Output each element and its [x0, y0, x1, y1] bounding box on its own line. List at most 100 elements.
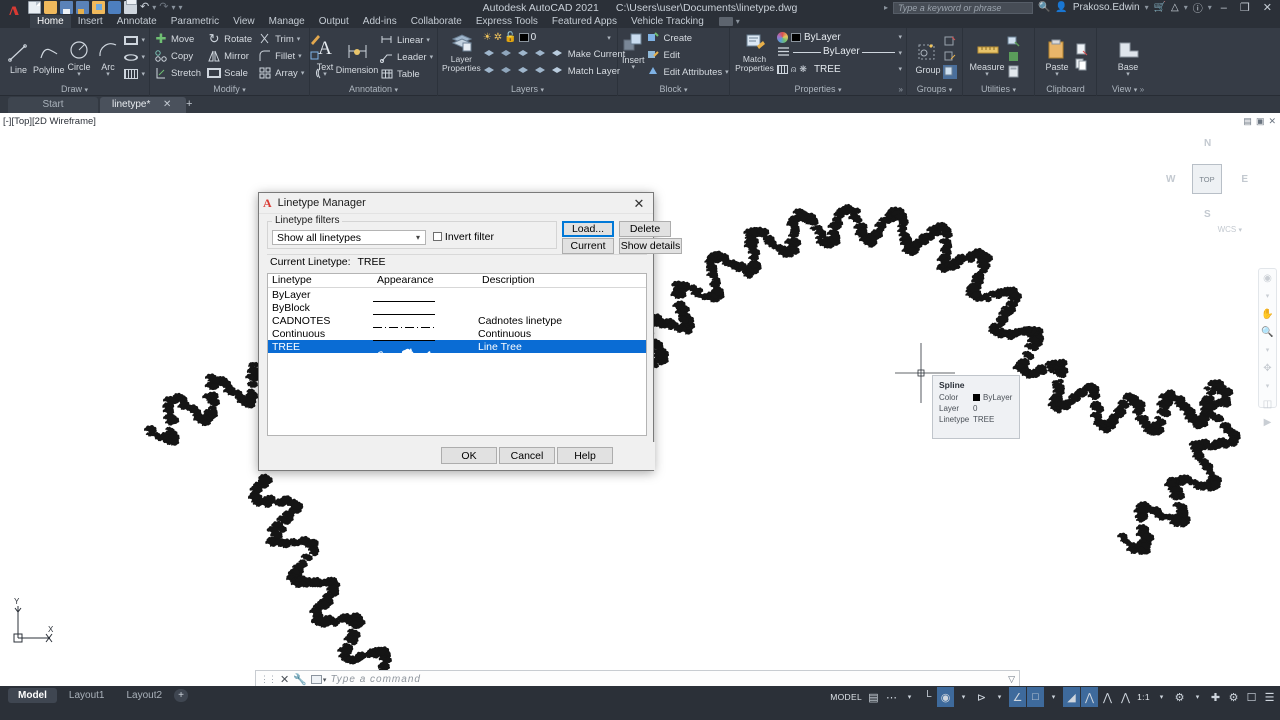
hardware-acceleration-icon[interactable]: ✚ — [1207, 687, 1224, 707]
view-cube-west-label[interactable]: W — [1166, 174, 1175, 185]
view-cube[interactable]: TOP N S E W — [1164, 136, 1250, 222]
table-row[interactable]: Continuous Continuous — [268, 327, 646, 340]
help-dropdown-icon[interactable]: ▾ — [1208, 3, 1212, 12]
grid-display-toggle[interactable]: ▤ — [865, 687, 882, 707]
modify-mirror-button[interactable]: Mirror — [207, 48, 252, 64]
isometric-drafting-toggle[interactable]: ⊳ — [973, 687, 990, 707]
workspace-switch-dropdown-icon[interactable]: ▾ — [1189, 687, 1206, 707]
panel-properties-title[interactable]: Properties ▾ » — [730, 84, 906, 96]
clean-screen-icon[interactable]: ☐ — [1243, 687, 1260, 707]
polar-tracking-toggle[interactable]: ◉ — [937, 687, 954, 707]
snap-dropdown-icon[interactable]: ▾ — [901, 687, 918, 707]
modify-copy-button[interactable]: Copy — [154, 48, 201, 64]
chevron-down-icon[interactable]: ▾ — [411, 233, 425, 242]
hatch-dropdown-icon[interactable]: ▾ — [141, 70, 145, 78]
user-dropdown-icon[interactable]: ▾ — [1145, 3, 1149, 12]
navigation-bar[interactable]: ◉ ▾ ✋ 🔍 ▾ ✥ ▾ ◫ ▶ — [1258, 268, 1277, 408]
view-cube-east-label[interactable]: E — [1241, 174, 1248, 185]
redo-icon[interactable]: ↷ — [159, 2, 168, 13]
layer-color-swatch[interactable] — [519, 33, 529, 42]
ok-button[interactable]: OK — [441, 447, 497, 464]
workspace-switch-icon[interactable]: ⚙ — [1171, 687, 1188, 707]
object-color-swatch[interactable] — [791, 33, 801, 42]
layers-make-current-button[interactable]: Make Current — [483, 46, 626, 62]
orbit-dropdown-icon[interactable]: ▾ — [1261, 380, 1275, 394]
showmotion-icon[interactable]: ◫ — [1261, 398, 1275, 412]
paste-button[interactable]: Paste ▾ — [1039, 37, 1075, 77]
ribbon-tab-output[interactable]: Output — [312, 15, 356, 28]
object-snap-tracking-toggle[interactable]: ∠ — [1009, 687, 1026, 707]
show-details-button[interactable]: Show details — [619, 238, 682, 254]
restore-button[interactable]: ❐ — [1236, 1, 1254, 14]
ungroup-icon[interactable] — [943, 35, 957, 49]
ribbon-tab-manage[interactable]: Manage — [262, 15, 312, 28]
cut-icon[interactable] — [1075, 43, 1089, 57]
object-snap-toggle[interactable]: □ — [1027, 687, 1044, 707]
steering-wheel-dropdown-icon[interactable]: ▾ — [1261, 290, 1275, 304]
minimize-button[interactable]: – — [1217, 2, 1231, 14]
modify-trim-button[interactable]: Trim ▾ — [258, 31, 304, 47]
ellipse-dropdown-icon[interactable]: ▾ — [141, 53, 145, 61]
modify-stretch-button[interactable]: Stretch — [154, 65, 201, 81]
undo-icon[interactable]: ↶ — [140, 2, 149, 13]
fillet-dropdown-icon[interactable]: ▾ — [298, 52, 302, 60]
infocenter-expand-icon[interactable]: ▸ — [884, 3, 888, 12]
orbit-icon[interactable]: ✥ — [1261, 362, 1275, 376]
model-space-button[interactable]: MODEL — [828, 687, 864, 707]
draw-arc-button[interactable]: Arc ▾ — [94, 37, 123, 77]
group-button[interactable]: Group — [911, 40, 945, 75]
cart-icon[interactable]: 🛒 — [1154, 2, 1166, 13]
table-row[interactable]: ByBlock — [268, 301, 646, 314]
ribbon-tab-collaborate[interactable]: Collaborate — [404, 15, 469, 28]
draw-polyline-button[interactable]: Polyline — [33, 40, 65, 75]
color-wheel-icon[interactable] — [777, 32, 788, 43]
command-expand-icon[interactable]: ▽ — [1008, 674, 1015, 685]
quick-access-toolbar[interactable]: ↶ ▾ ↷ ▾ ▾ — [28, 1, 182, 14]
linetype-manager-dialog[interactable]: A Linetype Manager ✕ Linetype filters Sh… — [258, 192, 654, 471]
panel-draw-title[interactable]: Draw ▾ — [0, 84, 149, 96]
edit-attributes-dropdown-icon[interactable]: ▾ — [725, 68, 729, 76]
annotation-table-button[interactable]: Table — [380, 66, 433, 82]
delete-button[interactable]: Delete — [619, 221, 671, 237]
new-tab-icon[interactable]: + — [186, 98, 192, 110]
layout-tab-layout1[interactable]: Layout1 — [59, 688, 115, 703]
panel-block-title[interactable]: Block ▾ — [618, 84, 729, 96]
ribbon-tab-view[interactable]: View — [226, 15, 262, 28]
scale-dropdown-icon[interactable]: ▾ — [1153, 687, 1170, 707]
pan-icon[interactable]: ✋ — [1261, 308, 1275, 322]
layout-tab-layout2[interactable]: Layout2 — [116, 688, 172, 703]
command-line-grip-icon[interactable]: ⋮⋮ — [260, 674, 276, 685]
doc-tab-linetype[interactable]: linetype* — [100, 97, 186, 113]
insert-dropdown-icon[interactable]: ▾ — [632, 65, 636, 70]
cancel-button[interactable]: Cancel — [499, 447, 555, 464]
annotation-dimension-button[interactable]: Dimension — [336, 40, 378, 75]
zoom-extents-icon[interactable]: 🔍 — [1261, 326, 1275, 340]
leader-dropdown-icon[interactable]: ▾ — [430, 53, 434, 61]
dialog-close-button[interactable]: ✕ — [627, 195, 651, 212]
snap-mode-toggle[interactable]: ⋯ — [883, 687, 900, 707]
layout-tab-bar[interactable]: Model Layout1 Layout2 + — [8, 688, 188, 703]
isometric-dropdown-icon[interactable]: ▾ — [991, 687, 1008, 707]
ribbon-tab-addins[interactable]: Add-ins — [356, 15, 404, 28]
customization-icon[interactable]: ☰ — [1261, 687, 1278, 707]
command-line[interactable]: ⋮⋮ ✕ 🔧 ▾ Type a command ▽ — [255, 670, 1020, 686]
autodesk-icon[interactable]: △ — [1171, 2, 1179, 13]
draw-circle-button[interactable]: Circle ▾ — [65, 37, 94, 77]
view-cube-top-face[interactable]: TOP — [1192, 164, 1222, 194]
linetype-dropdown-icon[interactable]: ▾ — [898, 49, 902, 57]
command-close-icon[interactable]: ✕ — [280, 673, 289, 686]
draw-arc-dropdown-icon[interactable]: ▾ — [106, 72, 110, 77]
draw-hatch-button[interactable]: ▾ — [124, 66, 145, 82]
annotation-leader-button[interactable]: Leader ▾ — [380, 49, 433, 65]
isolate-objects-icon[interactable]: ⚙ — [1225, 687, 1242, 707]
ribbon-tab-featured-apps[interactable]: Featured Apps — [545, 15, 624, 28]
cloud-icon[interactable] — [108, 1, 121, 14]
undo-dropdown-icon[interactable]: ▾ — [152, 3, 156, 12]
group-edit-icon[interactable] — [943, 50, 957, 64]
match-properties-button[interactable]: Match Properties — [734, 30, 775, 73]
annotation-linear-button[interactable]: Linear ▾ — [380, 32, 433, 48]
panel-clipboard-title[interactable]: Clipboard — [1035, 84, 1096, 96]
workspace-dropdown-icon[interactable]: ▾ — [736, 17, 740, 26]
search-icon[interactable]: 🔍 — [1038, 2, 1050, 13]
help-icon[interactable]: ⓘ — [1193, 0, 1203, 15]
